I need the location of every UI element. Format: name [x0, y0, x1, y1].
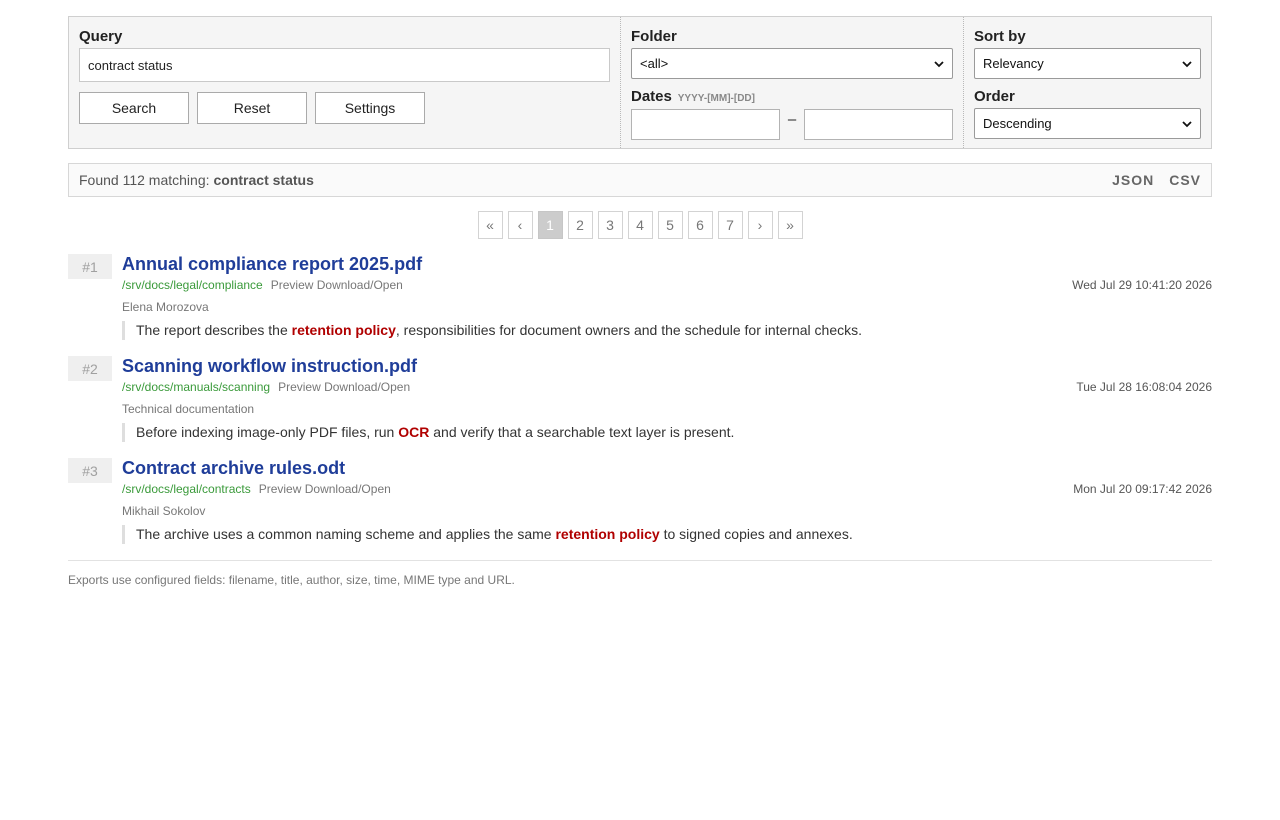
- result-path[interactable]: /srv/docs/legal/contracts: [122, 482, 251, 496]
- search-form: Query Search Reset Settings Folder <all>…: [68, 16, 1212, 149]
- form-buttons: Search Reset Settings: [79, 92, 610, 124]
- folder-dates-section: Folder <all> Dates YYYY-[MM]-[DD] –: [620, 17, 963, 148]
- result-date: Wed Jul 29 10:41:20 2026: [1072, 278, 1212, 292]
- folder-select-value: <all>: [640, 56, 669, 71]
- result-meta: /srv/docs/legal/compliance Preview Downl…: [122, 278, 1212, 292]
- sort-select-value: Relevancy: [983, 56, 1044, 71]
- result-meta: /srv/docs/legal/contracts Preview Downlo…: [122, 482, 1212, 496]
- results-summary: Found 112 matching: contract status JSON…: [68, 163, 1212, 197]
- search-button[interactable]: Search: [79, 92, 189, 124]
- snippet-text: Before indexing image-only PDF files, ru…: [136, 424, 399, 440]
- date-range: –: [631, 109, 953, 140]
- result-body: Contract archive rules.odt /srv/docs/leg…: [122, 458, 1212, 544]
- result-body: Annual compliance report 2025.pdf /srv/d…: [122, 254, 1212, 340]
- page-prev-button[interactable]: ‹: [507, 211, 533, 239]
- export-links: JSON CSV: [1112, 172, 1201, 188]
- dates-format-hint: YYYY-[MM]-[DD]: [677, 93, 755, 104]
- snippet-highlight: OCR: [398, 424, 430, 440]
- order-label: Order: [974, 88, 1015, 105]
- result-author: Mikhail Sokolov: [122, 504, 206, 518]
- results-list: #1 Annual compliance report 2025.pdf /sr…: [68, 254, 1212, 544]
- pagination: « ‹ 1 2 3 4 5 6 7 › »: [68, 211, 1212, 239]
- search-page: Query Search Reset Settings Folder <all>…: [68, 16, 1212, 587]
- date-from-input[interactable]: [631, 109, 780, 140]
- result-title-link[interactable]: Annual compliance report 2025.pdf: [122, 254, 422, 274]
- page-button[interactable]: 7: [717, 211, 743, 239]
- export-fields-note: Exports use configured fields: filename,…: [68, 560, 1212, 587]
- result-snippet: Before indexing image-only PDF files, ru…: [122, 423, 1212, 442]
- results-query: contract status: [213, 172, 314, 188]
- date-range-separator: –: [787, 111, 797, 128]
- sort-label: Sort by: [974, 28, 1026, 45]
- date-to-input[interactable]: [804, 109, 953, 140]
- export-json-link[interactable]: JSON: [1112, 172, 1154, 188]
- snippet-text: The archive uses a common naming scheme …: [136, 526, 556, 542]
- chevron-down-icon: [1182, 121, 1192, 128]
- page-button[interactable]: 5: [657, 211, 683, 239]
- result-rank: #2: [68, 356, 112, 381]
- settings-button[interactable]: Settings: [315, 92, 425, 124]
- result-date: Tue Jul 28 16:08:04 2026: [1076, 380, 1212, 394]
- result-path[interactable]: /srv/docs/legal/compliance: [122, 278, 263, 292]
- result-author: Technical documentation: [122, 402, 255, 416]
- result-title-link[interactable]: Scanning workflow instruction.pdf: [122, 356, 417, 376]
- page-first-button[interactable]: «: [477, 211, 503, 239]
- snippet-text: and verify that a searchable text layer …: [429, 424, 735, 440]
- order-select-value: Descending: [983, 116, 1052, 131]
- result-item: #1 Annual compliance report 2025.pdf /sr…: [68, 254, 1212, 340]
- result-snippet: The report describes the retention polic…: [122, 321, 1212, 340]
- result-preview-download-links[interactable]: Preview Download/Open: [278, 380, 410, 394]
- snippet-highlight: retention policy: [555, 526, 660, 542]
- result-path[interactable]: /srv/docs/manuals/scanning: [122, 380, 270, 394]
- sort-section: Sort by Relevancy Order Descending: [963, 17, 1211, 148]
- result-body: Scanning workflow instruction.pdf /srv/d…: [122, 356, 1212, 442]
- page-next-button[interactable]: ›: [747, 211, 773, 239]
- query-section: Query Search Reset Settings: [69, 17, 620, 148]
- folder-label: Folder: [631, 28, 677, 45]
- chevron-down-icon: [934, 61, 944, 68]
- result-item: #2 Scanning workflow instruction.pdf /sr…: [68, 356, 1212, 442]
- result-rank: #3: [68, 458, 112, 483]
- order-select[interactable]: Descending: [974, 108, 1201, 139]
- result-snippet: The archive uses a common naming scheme …: [122, 525, 1212, 544]
- results-count: Found 112 matching:: [79, 172, 210, 188]
- result-preview-download-links[interactable]: Preview Download/Open: [271, 278, 403, 292]
- snippet-text: , responsibilities for document owners a…: [395, 322, 863, 338]
- result-title-link[interactable]: Contract archive rules.odt: [122, 458, 345, 478]
- result-meta: /srv/docs/manuals/scanning Preview Downl…: [122, 380, 1212, 394]
- page-button[interactable]: 6: [687, 211, 713, 239]
- result-rank: #1: [68, 254, 112, 279]
- query-input[interactable]: [79, 48, 610, 82]
- result-author: Elena Morozova: [122, 300, 209, 314]
- result-date: Mon Jul 20 09:17:42 2026: [1073, 482, 1212, 496]
- folder-select[interactable]: <all>: [631, 48, 953, 79]
- snippet-text: The report describes the: [136, 322, 292, 338]
- page-button-current[interactable]: 1: [537, 211, 563, 239]
- dates-label: Dates: [631, 88, 672, 105]
- page-last-button[interactable]: »: [777, 211, 803, 239]
- snippet-highlight: retention policy: [291, 322, 396, 338]
- chevron-down-icon: [1182, 61, 1192, 68]
- page-button[interactable]: 2: [567, 211, 593, 239]
- export-csv-link[interactable]: CSV: [1169, 172, 1201, 188]
- snippet-text: to signed copies and annexes.: [659, 526, 853, 542]
- reset-button[interactable]: Reset: [197, 92, 307, 124]
- page-button[interactable]: 3: [597, 211, 623, 239]
- query-label: Query: [79, 28, 123, 45]
- dates-label-row: Dates YYYY-[MM]-[DD]: [631, 87, 953, 106]
- result-item: #3 Contract archive rules.odt /srv/docs/…: [68, 458, 1212, 544]
- page-button[interactable]: 4: [627, 211, 653, 239]
- result-preview-download-links[interactable]: Preview Download/Open: [259, 482, 391, 496]
- sort-select[interactable]: Relevancy: [974, 48, 1201, 79]
